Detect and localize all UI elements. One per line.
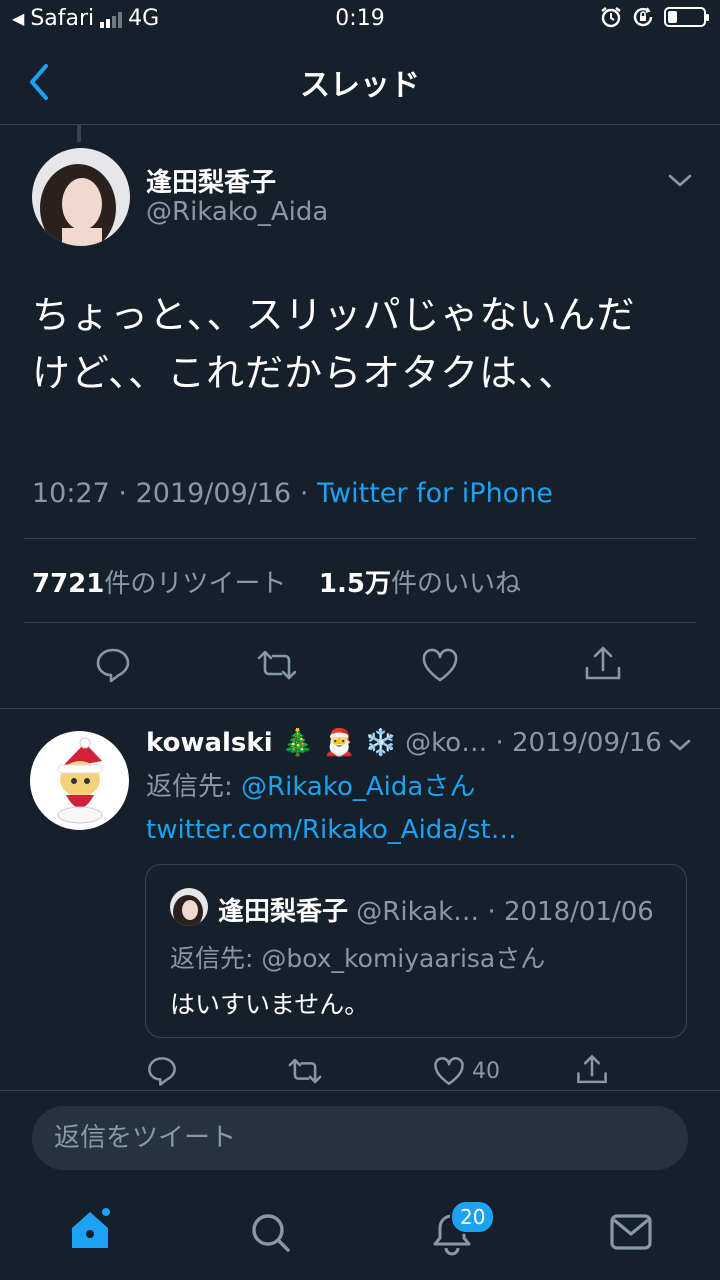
thread-connector xyxy=(77,124,81,142)
retweets-label: 件のリツイート xyxy=(104,569,287,599)
reply-share-button[interactable] xyxy=(575,1053,609,1087)
quoted-date: · 2018/01/06 xyxy=(487,897,654,927)
tab-bar: 20 xyxy=(0,1190,720,1280)
divider xyxy=(0,708,720,709)
notifications-badge: 20 xyxy=(450,1200,496,1234)
chevron-down-icon xyxy=(669,739,691,751)
status-bar: ◀ Safari 4G 0:19 xyxy=(0,0,720,40)
divider xyxy=(24,622,696,623)
reply-author-handle[interactable]: @ko… xyxy=(405,728,487,758)
quoted-author-handle: @Rikak… xyxy=(356,897,480,927)
tweet-source-link[interactable]: Twitter for iPhone xyxy=(317,478,553,509)
alarm-icon xyxy=(601,7,621,28)
quoted-avatar-image xyxy=(170,888,208,926)
reply-date: · 2019/09/16 xyxy=(495,728,662,758)
battery-icon xyxy=(664,7,709,27)
reply-icon xyxy=(148,1057,176,1086)
tweet-text: ちょっと、、スリッパじゃないんだ けど、、これだからオタクは、、 xyxy=(32,286,692,402)
reply-input[interactable]: 返信をツイート xyxy=(32,1106,688,1170)
likes-stat[interactable]: 1.5万件のいいね xyxy=(319,569,521,599)
tweet-text-line: ちょっと、、スリッパじゃないんだ xyxy=(32,293,636,337)
share-button[interactable] xyxy=(583,644,623,684)
reply-to: 返信先: @Rikako_Aidaさん xyxy=(146,766,475,803)
reply-menu-button[interactable] xyxy=(666,734,694,756)
page-title: スレッド xyxy=(300,68,420,103)
quoted-header: 逢田梨香子 @Rikak… · 2018/01/06 xyxy=(218,891,654,928)
reply-author-name[interactable]: kowalski 🎄 🎅 ❄️ xyxy=(146,728,397,758)
status-right xyxy=(600,6,709,28)
reply-link[interactable]: twitter.com/Rikako_Aida/st… xyxy=(146,815,517,845)
tweet-menu-button[interactable] xyxy=(664,168,696,192)
retweet-icon xyxy=(288,1058,322,1084)
quoted-text: はいすいません。 xyxy=(170,990,370,1019)
chevron-down-icon xyxy=(668,174,692,187)
reply-header: kowalski 🎄 🎅 ❄️ @ko… · 2019/09/16 xyxy=(146,728,662,758)
retweet-icon xyxy=(257,650,297,680)
reply-reply-button[interactable] xyxy=(146,1055,178,1087)
share-icon xyxy=(585,646,621,680)
tab-search[interactable] xyxy=(250,1212,292,1254)
likes-label: 件のいいね xyxy=(390,569,521,599)
nav-bar: スレッド xyxy=(0,40,720,125)
avatar[interactable] xyxy=(32,148,130,246)
tab-messages[interactable] xyxy=(610,1214,652,1250)
home-icon xyxy=(72,1206,112,1248)
tweet-stats: 7721件のリツイート 1.5万件のいいね xyxy=(32,563,521,600)
avatar-image xyxy=(32,148,130,246)
reply-avatar-image xyxy=(30,731,129,830)
search-icon xyxy=(252,1214,290,1252)
quoted-avatar xyxy=(170,888,208,926)
retweet-button[interactable] xyxy=(255,646,299,684)
reply-to-label: 返信先: xyxy=(146,772,242,802)
reply-icon xyxy=(96,648,130,683)
rotation-lock-icon xyxy=(633,7,653,27)
heart-icon xyxy=(434,1057,464,1085)
quoted-author-name: 逢田梨香子 xyxy=(218,897,349,927)
reply-like-button[interactable]: 40 xyxy=(432,1055,500,1087)
quoted-reply-to: 返信先: @box_komiyaarisaさん xyxy=(170,944,546,973)
tweet-date: 2019/09/16 xyxy=(135,478,292,509)
meta-separator: · xyxy=(118,478,127,509)
retweets-count: 7721 xyxy=(32,569,105,599)
divider xyxy=(24,538,696,539)
meta-separator: · xyxy=(299,478,309,509)
share-icon xyxy=(577,1055,607,1084)
like-button[interactable] xyxy=(420,646,460,684)
heart-icon xyxy=(422,648,458,682)
reply-like-count: 40 xyxy=(472,1058,500,1084)
tweet-time: 10:27 xyxy=(32,478,110,509)
tab-home[interactable] xyxy=(68,1206,114,1252)
reply-button[interactable] xyxy=(94,646,132,684)
quoted-tweet-card[interactable]: 逢田梨香子 @Rikak… · 2018/01/06 返信先: @box_kom… xyxy=(145,864,687,1038)
reply-to-handle[interactable]: @Rikako_Aidaさん xyxy=(241,772,475,802)
tweet-meta: 10:27 · 2019/09/16 · Twitter for iPhone xyxy=(32,478,553,509)
author-handle[interactable]: @Rikako_Aida xyxy=(146,197,328,227)
reply-avatar[interactable] xyxy=(30,731,129,830)
retweets-stat[interactable]: 7721件のリツイート xyxy=(32,569,295,599)
reply-retweet-button[interactable] xyxy=(286,1055,324,1087)
likes-count: 1.5万 xyxy=(318,569,391,599)
author-name[interactable]: 逢田梨香子 xyxy=(146,162,276,199)
tab-notifications[interactable]: 20 xyxy=(430,1200,496,1256)
tweet-text-line: けど、、これだからオタクは、、 xyxy=(32,351,578,395)
mail-icon xyxy=(610,1214,652,1250)
